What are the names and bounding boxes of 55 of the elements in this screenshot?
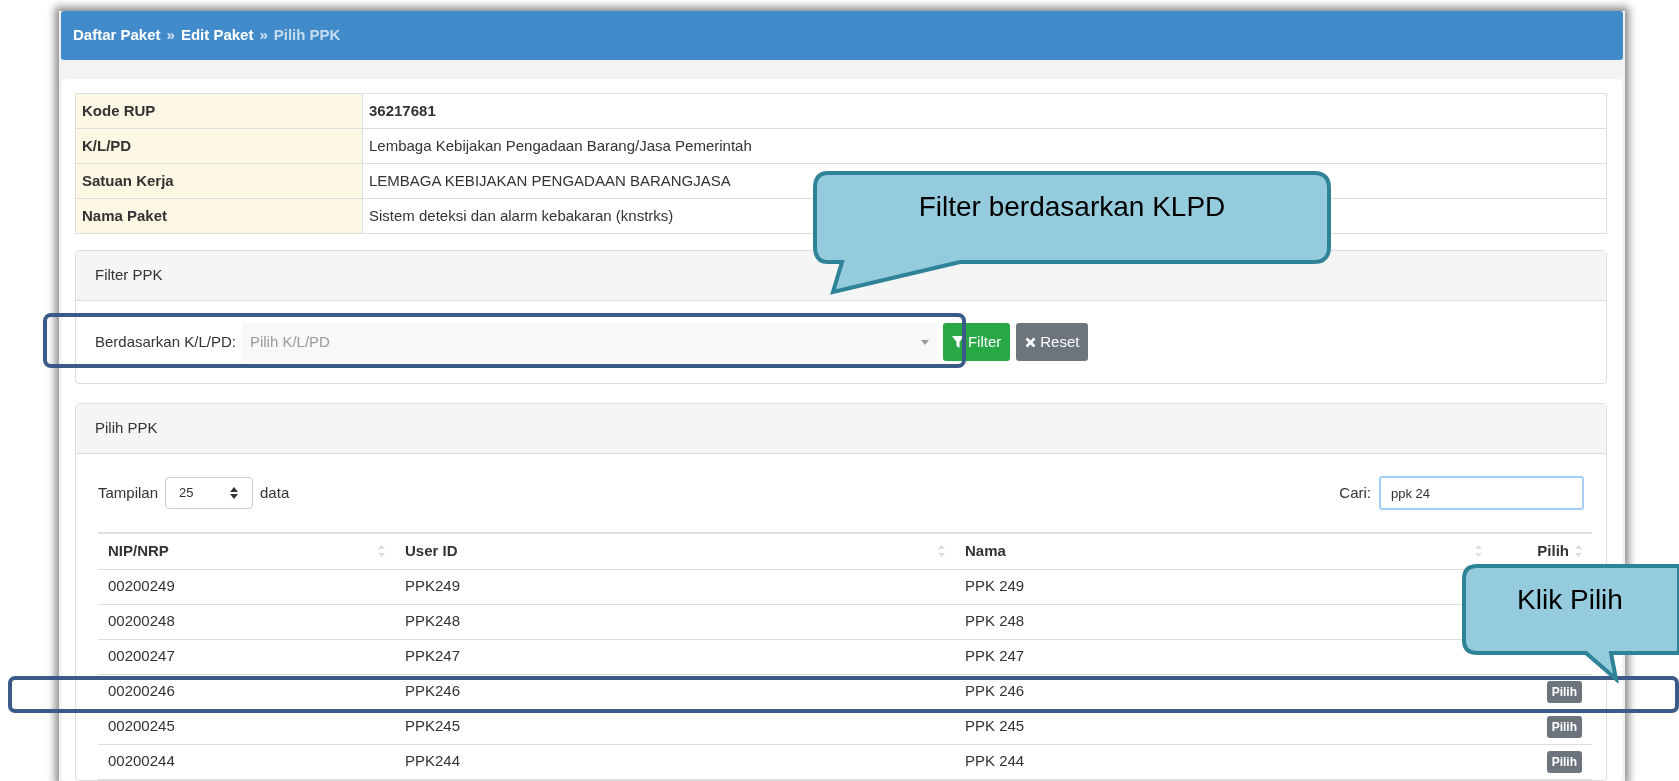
table-cell: PPK 246 xyxy=(955,674,1492,709)
breadcrumb-current: Pilih PPK xyxy=(273,25,341,46)
table-cell: 00200247 xyxy=(98,639,395,674)
pilih-button[interactable]: Pilih xyxy=(1546,681,1582,703)
table-cell: 00200245 xyxy=(98,709,395,744)
table-cell: PPK246 xyxy=(395,674,955,709)
breadcrumb-separator: » xyxy=(259,25,268,46)
breadcrumb-separator: » xyxy=(166,25,175,46)
pilih-button[interactable]: Pilih xyxy=(1546,751,1582,773)
sort-icon xyxy=(378,544,385,559)
table-cell: PPK248 xyxy=(395,604,955,639)
breadcrumb-link[interactable]: Edit Paket xyxy=(180,24,254,47)
pilih-button[interactable]: Pilih xyxy=(1546,716,1582,738)
table-cell: 00200248 xyxy=(98,604,395,639)
length-select[interactable]: 25 xyxy=(165,477,254,509)
funnel-icon xyxy=(951,336,964,348)
column-header[interactable]: Nama xyxy=(965,540,1006,563)
table-cell: PPK 248 xyxy=(955,604,1492,639)
table-cell: PPK 244 xyxy=(955,744,1492,779)
reset-button[interactable]: Reset xyxy=(1016,323,1089,361)
length-suffix: data xyxy=(260,482,290,503)
table-cell: 00200246 xyxy=(98,674,395,709)
column-header[interactable]: NIP/NRP xyxy=(108,540,169,563)
search-label: Cari: xyxy=(1339,482,1371,503)
length-label: Tampilan xyxy=(98,482,159,503)
sort-icon xyxy=(938,544,945,559)
info-value: Lembaga Kebijakan Pengadaan Barang/Jasa Pemerintah xyxy=(362,128,1607,164)
info-label: Kode RUP xyxy=(75,93,363,129)
table-cell: PPK 249 xyxy=(955,569,1492,604)
table-cell: 00200244 xyxy=(98,744,395,779)
table-cell: PPK247 xyxy=(395,639,955,674)
sort-caret-icon xyxy=(229,486,240,500)
info-value: 36217681 xyxy=(362,93,1607,129)
column-header[interactable]: Pilih xyxy=(1537,540,1569,563)
sort-icon xyxy=(1475,544,1482,559)
info-label: Satuan Kerja xyxy=(75,163,363,199)
panel-header: Pilih PPK xyxy=(76,404,1606,454)
filter-button[interactable]: Filter xyxy=(942,323,1011,361)
sort-icon xyxy=(1575,544,1582,559)
table-cell: PPK 245 xyxy=(955,709,1492,744)
close-icon xyxy=(1025,336,1037,348)
search-field[interactable]: ppk 24 xyxy=(1379,476,1584,510)
table-cell: PPK249 xyxy=(395,569,955,604)
dropdown-caret-icon xyxy=(920,339,929,345)
table-cell: 00200249 xyxy=(98,569,395,604)
kldp-select[interactable]: Pilih K/L/PD xyxy=(241,323,937,361)
info-label: Nama Paket xyxy=(75,198,363,234)
column-header[interactable]: User ID xyxy=(405,540,458,563)
breadcrumb-link[interactable]: Daftar Paket xyxy=(73,24,161,47)
table-cell: PPK244 xyxy=(395,744,955,779)
table-cell: PPK 247 xyxy=(955,639,1492,674)
callout-text: Klik Pilih xyxy=(1516,583,1624,617)
filter-label: Berdasarkan K/L/PD: xyxy=(95,331,236,352)
table-cell: PPK245 xyxy=(395,709,955,744)
info-label: K/L/PD xyxy=(75,128,363,164)
